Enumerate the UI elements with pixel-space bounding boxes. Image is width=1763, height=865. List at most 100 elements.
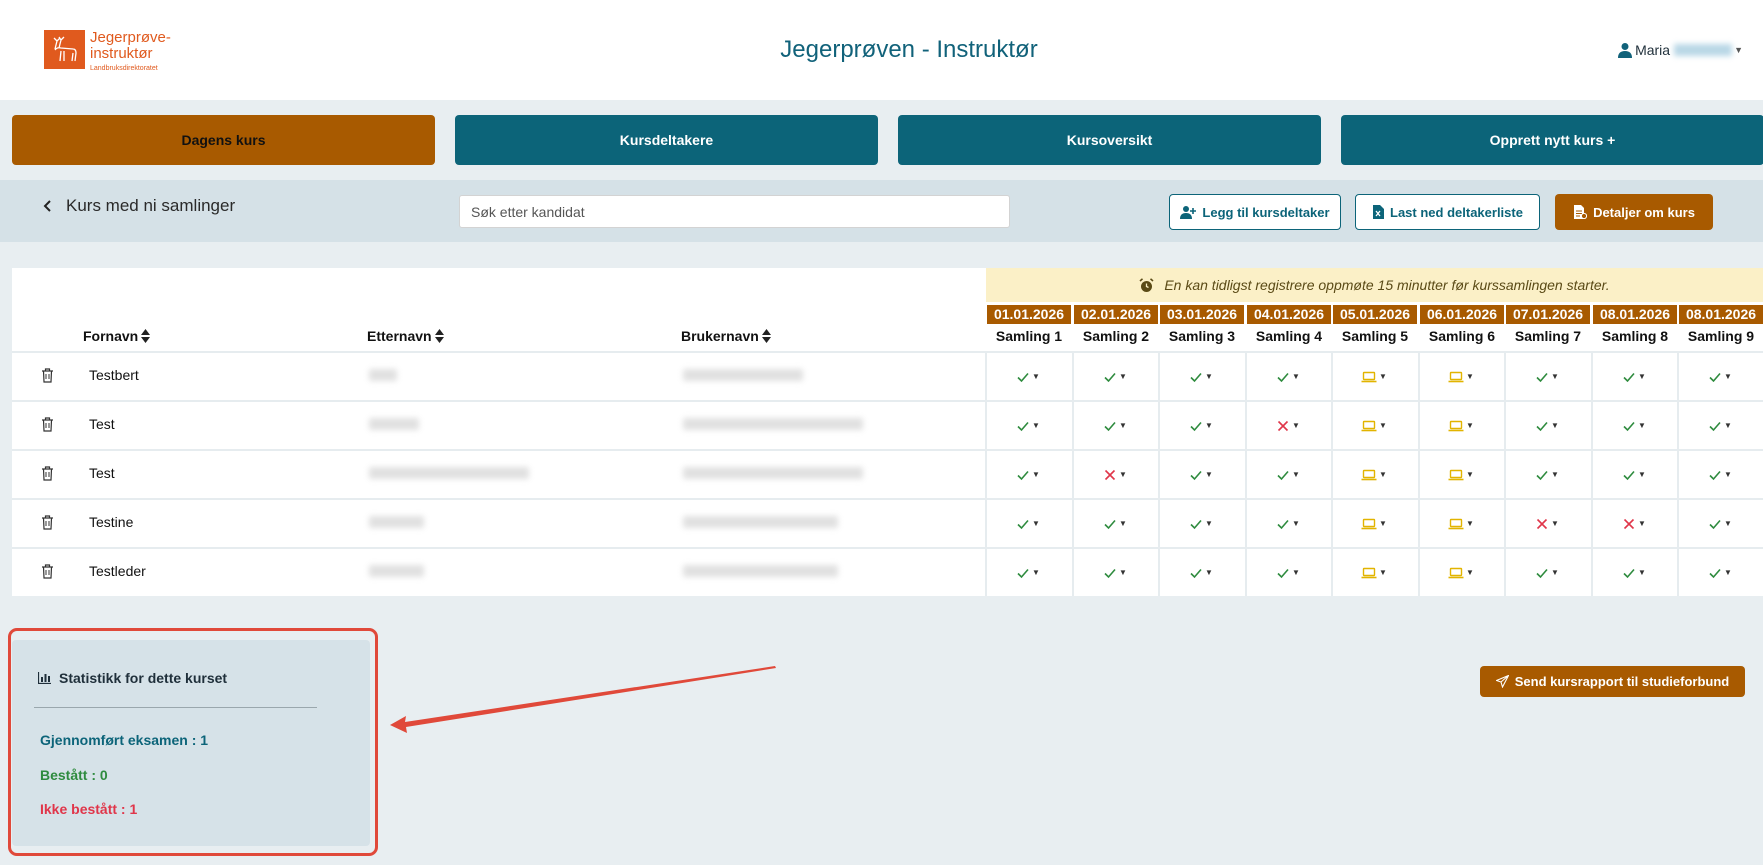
download-list-button[interactable]: Last ned deltakerliste bbox=[1355, 194, 1540, 230]
attendance-dropdown[interactable]: ▼ bbox=[1504, 402, 1588, 449]
caret-down-icon: ▼ bbox=[1551, 372, 1559, 381]
attendance-dropdown[interactable]: ▼ bbox=[1504, 549, 1588, 596]
check-icon bbox=[1017, 421, 1029, 431]
attendance-dropdown[interactable]: ▼ bbox=[1158, 353, 1242, 400]
attendance-dropdown[interactable]: ▼ bbox=[1245, 402, 1329, 449]
check-icon bbox=[1277, 372, 1289, 382]
attendance-dropdown[interactable]: ▼ bbox=[1331, 353, 1415, 400]
trash-icon[interactable] bbox=[41, 564, 54, 579]
laptop-icon bbox=[1361, 518, 1377, 529]
session-name-header: Samling 4 bbox=[1255, 328, 1323, 344]
attendance-dropdown[interactable]: ▼ bbox=[1245, 500, 1329, 547]
course-title: Kurs med ni samlinger bbox=[66, 196, 236, 215]
attendance-dropdown[interactable]: ▼ bbox=[1245, 451, 1329, 498]
attendance-dropdown[interactable]: ▼ bbox=[1158, 451, 1242, 498]
attendance-dropdown[interactable]: ▼ bbox=[1418, 451, 1502, 498]
session-date-header: 08.01.2026 bbox=[1593, 305, 1677, 324]
attendance-dropdown[interactable]: ▼ bbox=[1072, 353, 1156, 400]
nav-dagens-kurs[interactable]: Dagens kurs bbox=[12, 115, 435, 165]
attendance-dropdown[interactable]: ▼ bbox=[1591, 451, 1675, 498]
attendance-dropdown[interactable]: ▼ bbox=[1677, 402, 1761, 449]
top-header: Jegerprøve- instruktør Landbruksdirektor… bbox=[0, 0, 1763, 100]
attendance-dropdown[interactable]: ▼ bbox=[1418, 549, 1502, 596]
user-menu[interactable]: Maria ▼ bbox=[1617, 42, 1743, 58]
attendance-dropdown[interactable]: ▼ bbox=[1677, 451, 1761, 498]
caret-down-icon: ▼ bbox=[1379, 421, 1387, 430]
send-course-report-button[interactable]: Send kursrapport til studieforbund bbox=[1480, 666, 1745, 697]
caret-down-icon: ▼ bbox=[1119, 372, 1127, 381]
user-lastname-redacted bbox=[1674, 44, 1733, 56]
lastname-cell-redacted bbox=[369, 369, 397, 381]
attendance-dropdown[interactable]: ▼ bbox=[1677, 353, 1761, 400]
attendance-dropdown[interactable]: ▼ bbox=[1331, 500, 1415, 547]
attendance-dropdown[interactable]: ▼ bbox=[985, 353, 1069, 400]
attendance-dropdown[interactable]: ▼ bbox=[1072, 402, 1156, 449]
trash-icon[interactable] bbox=[41, 368, 54, 383]
session-date-header: 07.01.2026 bbox=[1506, 305, 1590, 324]
trash-icon[interactable] bbox=[41, 466, 54, 481]
course-details-button[interactable]: Detaljer om kurs bbox=[1555, 194, 1713, 230]
caret-down-icon: ▼ bbox=[1551, 470, 1559, 479]
column-header-firstname[interactable]: Fornavn bbox=[83, 326, 151, 346]
check-icon bbox=[1623, 421, 1635, 431]
caret-down-icon: ▼ bbox=[1119, 421, 1127, 430]
username-cell-redacted bbox=[683, 467, 863, 479]
attendance-dropdown[interactable]: ▼ bbox=[1591, 500, 1675, 547]
attendance-dropdown[interactable]: ▼ bbox=[1158, 549, 1242, 596]
attendance-dropdown[interactable]: ▼ bbox=[1591, 549, 1675, 596]
attendance-dropdown[interactable]: ▼ bbox=[1072, 500, 1156, 547]
attendance-dropdown[interactable]: ▼ bbox=[985, 402, 1069, 449]
user-name: Maria bbox=[1635, 42, 1671, 58]
attendance-dropdown[interactable]: ▼ bbox=[985, 451, 1069, 498]
attendance-dropdown[interactable]: ▼ bbox=[1245, 549, 1329, 596]
course-details-label: Detaljer om kurs bbox=[1593, 204, 1695, 220]
column-header-username[interactable]: Brukernavn bbox=[681, 326, 771, 346]
nav-kursoversikt[interactable]: Kursoversikt bbox=[898, 115, 1321, 165]
table-row: Test ▼ ▼ ▼ ▼ ▼ ▼ ▼ ▼ ▼ bbox=[12, 400, 1763, 449]
attendance-dropdown[interactable]: ▼ bbox=[1331, 402, 1415, 449]
attendance-table: En kan tidligst registrere oppmøte 15 mi… bbox=[12, 268, 1763, 596]
check-icon bbox=[1277, 470, 1289, 480]
attendance-dropdown[interactable]: ▼ bbox=[1072, 549, 1156, 596]
send-report-label: Send kursrapport til studieforbund bbox=[1514, 674, 1730, 689]
nav-opprett-nytt-kurs[interactable]: Opprett nytt kurs + bbox=[1341, 115, 1763, 165]
column-header-lastname[interactable]: Etternavn bbox=[367, 326, 444, 346]
trash-icon[interactable] bbox=[41, 515, 54, 530]
attendance-dropdown[interactable]: ▼ bbox=[985, 549, 1069, 596]
attendance-dropdown[interactable]: ▼ bbox=[1677, 500, 1761, 547]
caret-down-icon: ▼ bbox=[1032, 470, 1040, 479]
attendance-dropdown[interactable]: ▼ bbox=[1158, 402, 1242, 449]
check-icon bbox=[1190, 519, 1202, 529]
firstname-cell: Testleder bbox=[89, 563, 146, 579]
add-participant-button[interactable]: Legg til kursdeltaker bbox=[1169, 194, 1341, 230]
attendance-dropdown[interactable]: ▼ bbox=[1418, 353, 1502, 400]
attendance-dropdown[interactable]: ▼ bbox=[1504, 353, 1588, 400]
attendance-dropdown[interactable]: ▼ bbox=[1158, 500, 1242, 547]
attendance-dropdown[interactable]: ▼ bbox=[1331, 549, 1415, 596]
check-icon bbox=[1536, 470, 1548, 480]
attendance-dropdown[interactable]: ▼ bbox=[1504, 500, 1588, 547]
back-button[interactable]: Kurs med ni samlinger bbox=[42, 196, 235, 216]
attendance-dropdown[interactable]: ▼ bbox=[985, 500, 1069, 547]
attendance-dropdown[interactable]: ▼ bbox=[1245, 353, 1329, 400]
attendance-dropdown[interactable]: ▼ bbox=[1331, 451, 1415, 498]
caret-down-icon: ▼ bbox=[1638, 421, 1646, 430]
check-icon bbox=[1709, 470, 1721, 480]
attendance-notice: En kan tidligst registrere oppmøte 15 mi… bbox=[986, 268, 1763, 302]
nav-kursdeltakere[interactable]: Kursdeltakere bbox=[455, 115, 878, 165]
session-name-header: Samling 7 bbox=[1514, 328, 1582, 344]
attendance-dropdown[interactable]: ▼ bbox=[1591, 402, 1675, 449]
session-date-header: 01.01.2026 bbox=[987, 305, 1071, 324]
attendance-dropdown[interactable]: ▼ bbox=[1072, 451, 1156, 498]
attendance-dropdown[interactable]: ▼ bbox=[1504, 451, 1588, 498]
lastname-cell-redacted bbox=[369, 418, 419, 430]
check-icon bbox=[1104, 372, 1116, 382]
trash-icon[interactable] bbox=[41, 417, 54, 432]
laptop-icon bbox=[1361, 420, 1377, 431]
attendance-dropdown[interactable]: ▼ bbox=[1591, 353, 1675, 400]
search-input[interactable] bbox=[459, 195, 1010, 228]
attendance-dropdown[interactable]: ▼ bbox=[1418, 500, 1502, 547]
chevron-left-icon bbox=[43, 200, 51, 212]
attendance-dropdown[interactable]: ▼ bbox=[1677, 549, 1761, 596]
attendance-dropdown[interactable]: ▼ bbox=[1418, 402, 1502, 449]
